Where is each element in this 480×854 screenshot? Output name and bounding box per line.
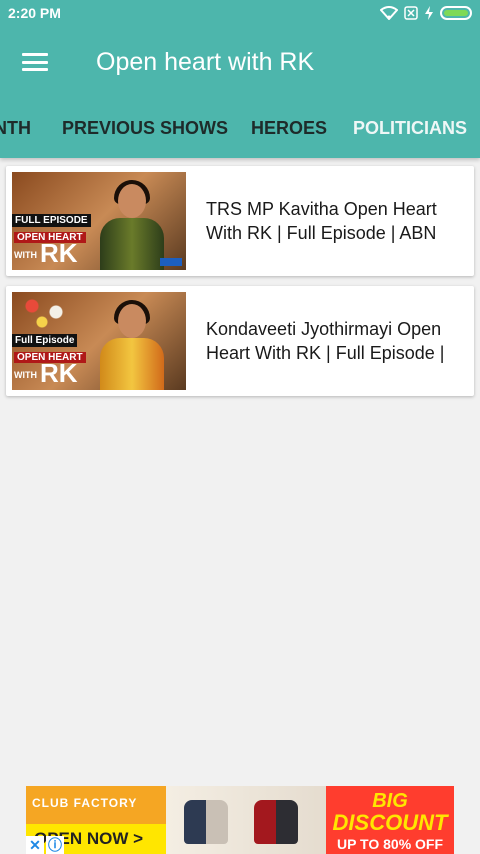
list-item[interactable]: FULL EPISODE OPEN HEART WITH RK TRS MP K…: [6, 166, 474, 276]
status-icons: [380, 6, 472, 20]
ad-controls: ✕ ⓘ: [26, 836, 64, 854]
video-title: Kondaveeti Jyothirmayi Open Heart With R…: [206, 319, 445, 363]
battery-icon: [440, 6, 472, 20]
video-title: TRS MP Kavitha Open Heart With RK | Full…: [206, 199, 437, 243]
thumb-badge: FULL EPISODE: [12, 214, 91, 227]
thumb-rk: RK: [40, 238, 78, 268]
video-list: FULL EPISODE OPEN HEART WITH RK TRS MP K…: [6, 166, 474, 406]
ad-banner[interactable]: CLUB FACTORY OPEN NOW > BIG DISCOUNT UP …: [26, 786, 454, 854]
handbag-icon: [184, 800, 228, 844]
channel-logo-icon: [160, 258, 182, 266]
video-thumbnail: Full Episode OPEN HEART WITH RK: [12, 292, 186, 390]
tab-politicians[interactable]: POLITICIANS: [353, 98, 467, 158]
ad-close-icon[interactable]: ✕: [26, 836, 44, 854]
ad-headline-2: DISCOUNT: [332, 810, 448, 835]
ad-headline: BIG: [372, 790, 408, 812]
page-title: Open heart with RK: [96, 47, 315, 76]
ad-subline: UP TO 80% OFF: [336, 836, 444, 852]
person-image: [100, 178, 164, 270]
person-image: [100, 298, 164, 390]
thumb-with: WITH: [14, 370, 37, 380]
hamburger-icon: [22, 53, 48, 71]
ad-brand: CLUB FACTORY: [32, 796, 138, 810]
ad-product-image: [166, 786, 326, 854]
thumb-with: WITH: [14, 250, 37, 260]
video-thumbnail: FULL EPISODE OPEN HEART WITH RK: [12, 172, 186, 270]
flowers-image: [12, 292, 82, 332]
wifi-icon: [380, 6, 398, 20]
sim-icon: [404, 6, 418, 20]
tab-bar: NTH PREVIOUS SHOWS HEROES POLITICIANS: [0, 98, 480, 158]
toolbar: Open heart with RK: [0, 26, 480, 98]
status-time: 2:20 PM: [8, 5, 61, 21]
thumb-rk: RK: [40, 358, 78, 388]
handbag-icon: [254, 800, 298, 844]
ad-discount-panel: BIG DISCOUNT UP TO 80% OFF: [326, 786, 454, 854]
thumb-badge: Full Episode: [12, 334, 78, 347]
menu-button[interactable]: [0, 26, 70, 98]
ad-info-icon[interactable]: ⓘ: [46, 836, 64, 854]
app-bar: 2:20 PM Open heart with RK NTH PREVIOUS …: [0, 0, 480, 158]
list-item[interactable]: Full Episode OPEN HEART WITH RK Kondavee…: [6, 286, 474, 396]
tab-previous-shows[interactable]: PREVIOUS SHOWS: [62, 98, 228, 158]
tab-partial[interactable]: NTH: [0, 98, 31, 158]
charging-icon: [425, 6, 433, 20]
tab-heroes[interactable]: HEROES: [251, 98, 327, 158]
status-bar: 2:20 PM: [0, 0, 480, 26]
